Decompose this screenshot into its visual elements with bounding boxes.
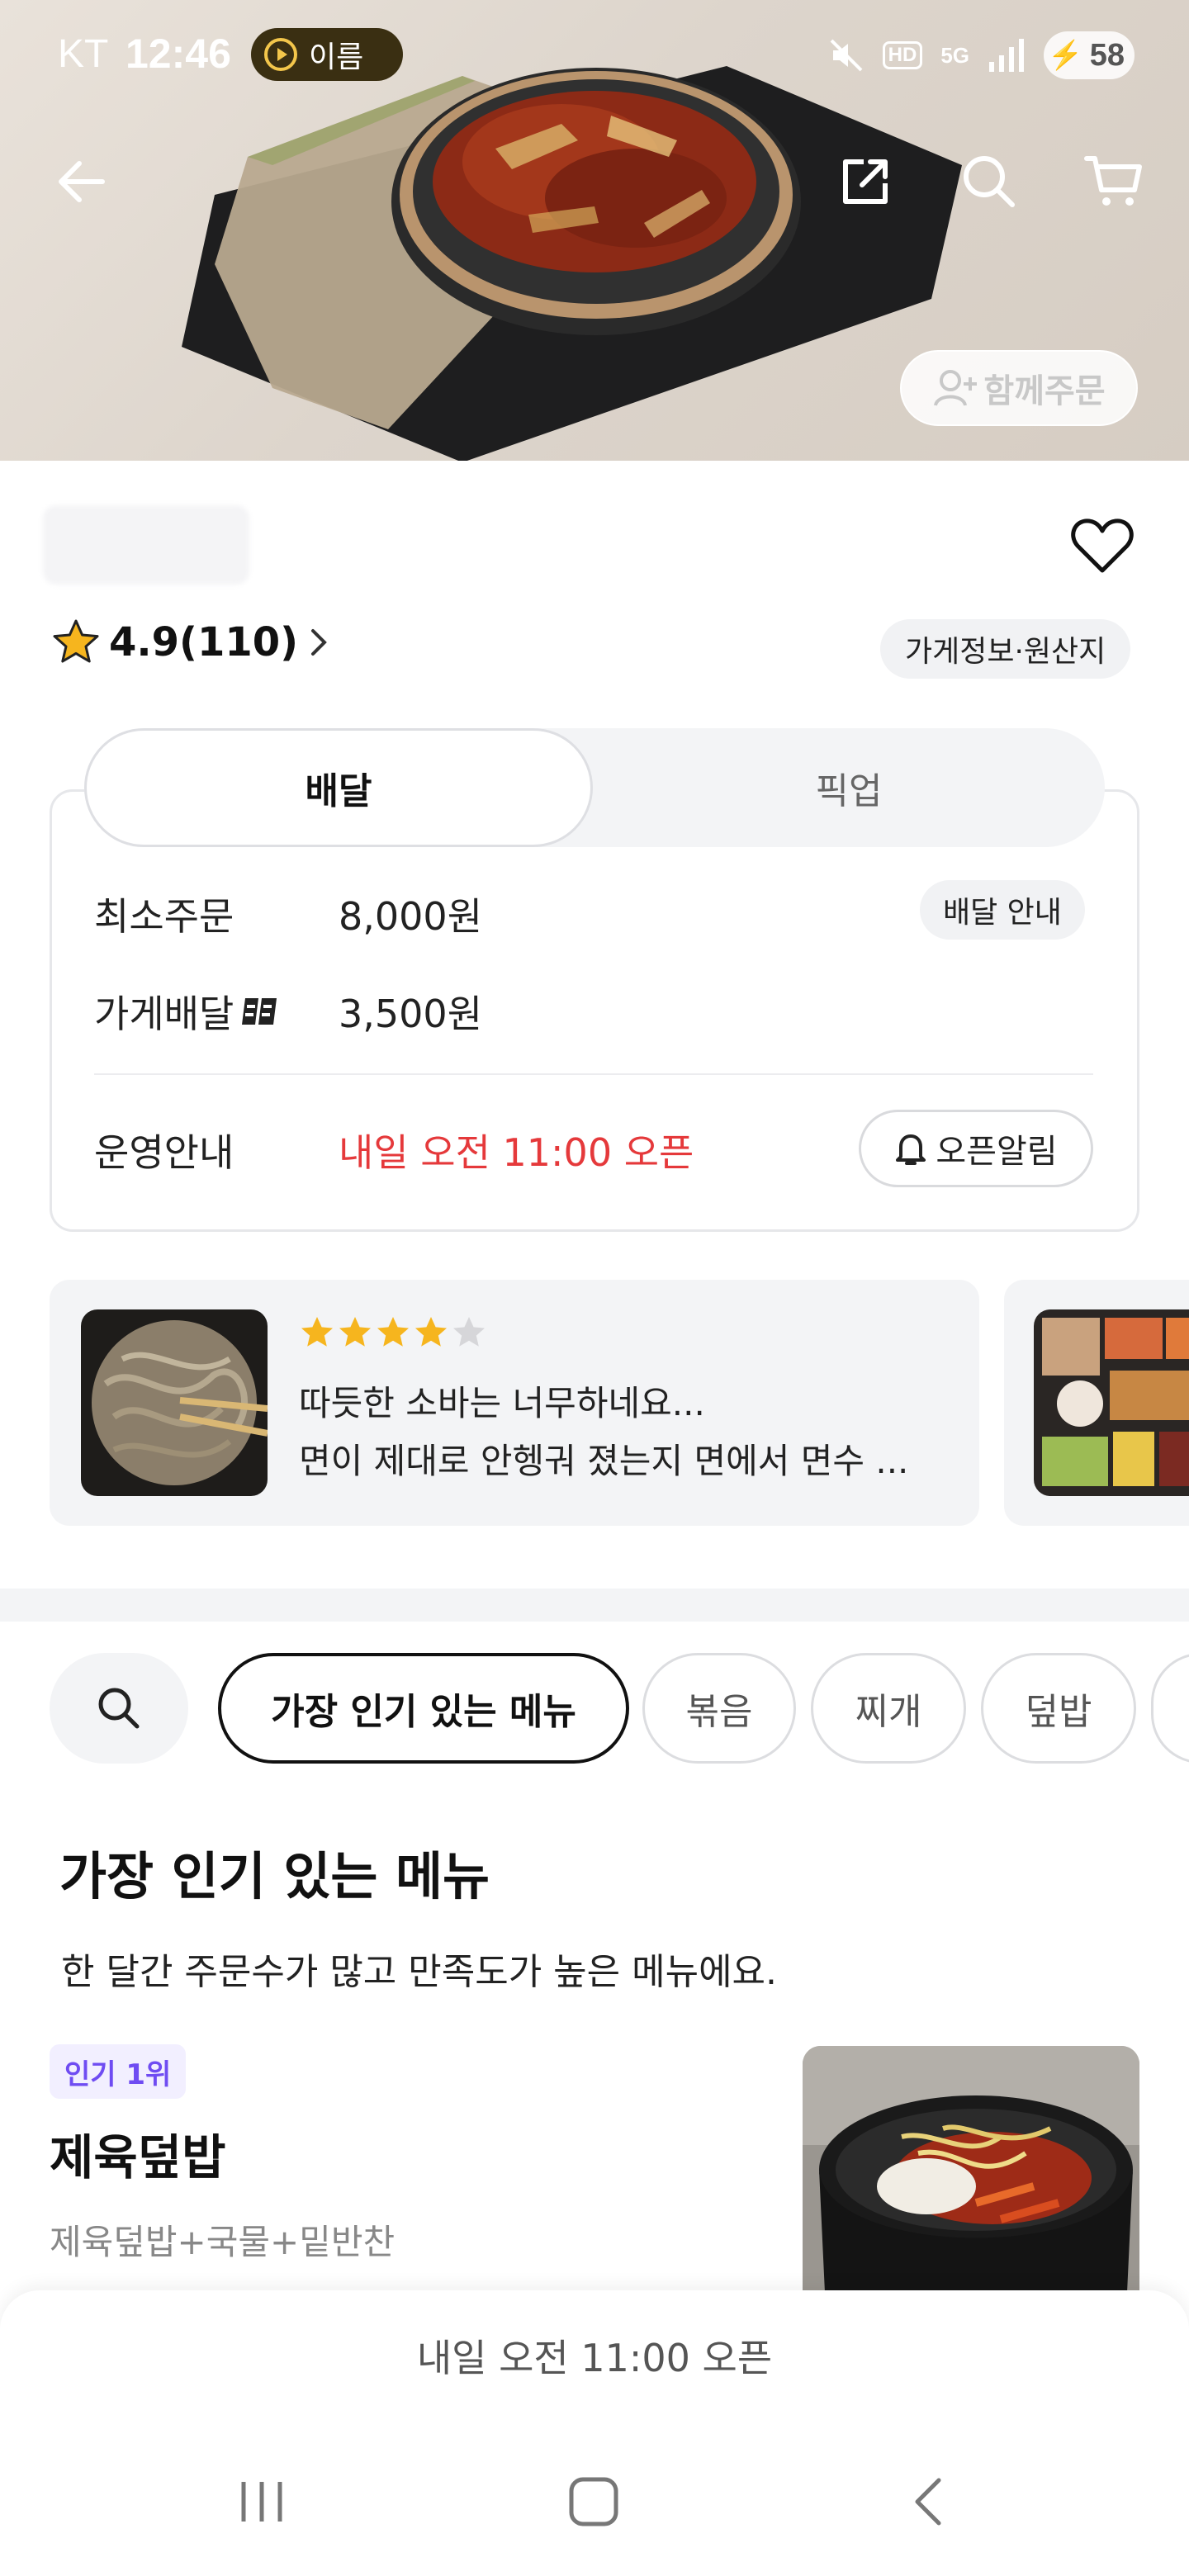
recording-pill-label: 이름 — [309, 40, 364, 74]
favorite-button[interactable] — [1065, 509, 1139, 583]
carrier-label: KT — [58, 32, 109, 76]
open-alarm-button[interactable]: 오픈알림 — [859, 1110, 1093, 1187]
store-delivery-value: 3,500원 — [339, 992, 483, 1036]
clock: 12:46 — [126, 31, 231, 77]
bell-icon — [896, 1134, 926, 1165]
top-navigation — [0, 140, 1189, 223]
battery-level: 58 — [1089, 37, 1125, 73]
operation-label: 운영안내 — [94, 1130, 234, 1175]
heart-icon — [1071, 519, 1134, 573]
share-icon — [843, 159, 888, 204]
menu-section-subtitle: 한 달간 주문수가 많고 만족도가 높은 메뉴에요. — [61, 1951, 778, 1993]
cart-icon — [1084, 156, 1142, 206]
star-filled-icon — [301, 1317, 333, 1347]
star-filled-icon — [339, 1317, 371, 1347]
min-order-value: 8,000원 — [339, 894, 483, 939]
tab-delivery[interactable]: 배달 — [84, 728, 593, 847]
recent-apps-button[interactable] — [216, 2469, 307, 2535]
menu-search-button[interactable] — [50, 1653, 188, 1764]
category-chip-stirfry[interactable]: 볶음 — [642, 1653, 796, 1764]
menu-item-description: 제육덮밥+국물+밑반찬 — [50, 2222, 396, 2262]
section-divider — [0, 1589, 1189, 1622]
recording-pill[interactable]: 이름 — [251, 28, 403, 81]
status-bar: KT 12:46 이름 HD 5G ⚡ 58 — [0, 0, 1189, 107]
store-info-chip[interactable]: 가게정보·원산지 — [880, 619, 1131, 679]
tab-pickup[interactable]: 픽업 — [593, 728, 1105, 847]
review-photo — [81, 1309, 268, 1496]
search-button[interactable] — [948, 140, 1030, 223]
menu-item-name[interactable]: 제육덮밥 — [50, 2119, 225, 2188]
search-icon — [98, 1688, 140, 1729]
cart-button[interactable] — [1072, 140, 1154, 223]
rice-bowl-photo — [803, 2046, 1139, 2310]
review-card[interactable] — [1004, 1280, 1189, 1526]
menu-section-title: 가장 인기 있는 메뉴 — [59, 1846, 490, 1906]
category-chip-rice-bowl[interactable]: 덮밥 — [981, 1653, 1136, 1764]
mute-icon — [830, 39, 863, 72]
store-delivery-row: 가게배달 3,500원 — [94, 984, 482, 1039]
play-circle-icon — [264, 38, 297, 71]
category-chip-more[interactable] — [1151, 1653, 1189, 1764]
review-stars — [299, 1314, 487, 1351]
order-mode-toggle: 배달 픽업 — [84, 728, 1105, 847]
chevron-right-icon — [311, 629, 327, 656]
category-filter-bar: 가장 인기 있는 메뉴 볶음 찌개 덮밥 — [0, 1653, 1189, 1764]
status-icons: HD 5G ⚡ 58 — [828, 31, 1135, 79]
open-alarm-label: 오픈알림 — [936, 1133, 1058, 1171]
star-empty-icon — [453, 1317, 485, 1347]
hd-icon: HD — [882, 41, 923, 69]
operation-row: 운영안내 내일 오전 11:00 오픈 — [94, 1123, 694, 1177]
store-hero-image: KT 12:46 이름 HD 5G ⚡ 58 함께주문 — [0, 0, 1189, 461]
min-order-row: 최소주문 8,000원 — [94, 887, 482, 941]
signal-icon — [989, 39, 1024, 72]
bottom-open-status: 내일 오전 11:00 오픈 — [416, 2336, 773, 2380]
recent-apps-icon — [241, 2482, 282, 2522]
store-delivery-label: 가게배달 — [94, 992, 234, 1036]
system-back-button[interactable] — [882, 2469, 973, 2535]
min-order-label: 최소주문 — [94, 894, 234, 939]
battery-icon: ⚡ 58 — [1044, 31, 1135, 79]
home-icon — [569, 2477, 618, 2526]
review-card[interactable]: 따듯한 소바는 너무하네요... 면이 제대로 안헹궈 졌는지 면에서 면수 .… — [50, 1280, 979, 1526]
review-photo — [1034, 1309, 1189, 1496]
star-icon — [53, 619, 99, 663]
operation-value: 내일 오전 11:00 오픈 — [339, 1130, 694, 1175]
star-filled-icon — [377, 1317, 409, 1347]
delivery-rider-icon — [242, 998, 277, 1025]
back-button[interactable] — [40, 140, 122, 223]
category-chip-popular[interactable]: 가장 인기 있는 메뉴 — [218, 1653, 629, 1764]
add-person-icon — [934, 370, 978, 406]
card-divider — [94, 1073, 1093, 1075]
share-button[interactable] — [824, 140, 907, 223]
star-filled-icon — [415, 1317, 447, 1347]
search-icon — [964, 156, 1015, 207]
together-order-label: 함께주문 — [983, 372, 1106, 410]
home-button[interactable] — [548, 2469, 639, 2535]
review-body: 면이 제대로 안헹궈 졌는지 면에서 면수 ... — [299, 1441, 909, 1481]
5g-icon: 5G — [940, 43, 969, 68]
rating-summary[interactable]: 4.9(110) — [51, 618, 331, 667]
popular-rank-badge: 인기 1위 — [50, 2044, 187, 2099]
delivery-guide-chip[interactable]: 배달 안내 — [920, 880, 1085, 940]
menu-item-photo[interactable] — [803, 2046, 1139, 2310]
category-chip-stew[interactable]: 찌개 — [811, 1653, 966, 1764]
rating-text: 4.9(110) — [109, 619, 299, 665]
arrow-left-icon — [59, 161, 105, 202]
review-title: 따듯한 소바는 너무하네요... — [299, 1383, 705, 1423]
system-navigation-bar — [0, 2444, 1189, 2559]
chevron-left-icon — [915, 2478, 941, 2526]
together-order-button[interactable]: 함께주문 — [900, 350, 1138, 426]
store-delivery-label-wrap: 가게배달 — [94, 984, 339, 1039]
soba-photo — [81, 1309, 268, 1496]
store-name-redacted — [43, 505, 249, 585]
